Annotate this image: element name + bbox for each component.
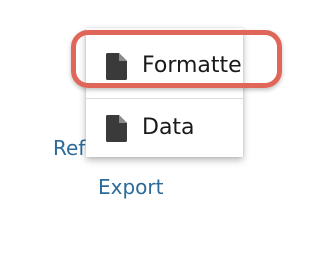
export-link[interactable]: Export [98,175,163,199]
menu-item-formatted[interactable]: Formatted [86,42,243,90]
menu-item-label: Data [142,115,195,140]
page: Refr Export Formatted Data [0,0,300,280]
export-format-dropdown: Formatted Data [86,28,243,157]
file-icon [106,52,127,80]
menu-item-label: Formatted [142,53,243,78]
menu-divider [86,98,243,99]
menu-item-data[interactable]: Data [86,104,243,152]
file-icon [106,114,127,142]
